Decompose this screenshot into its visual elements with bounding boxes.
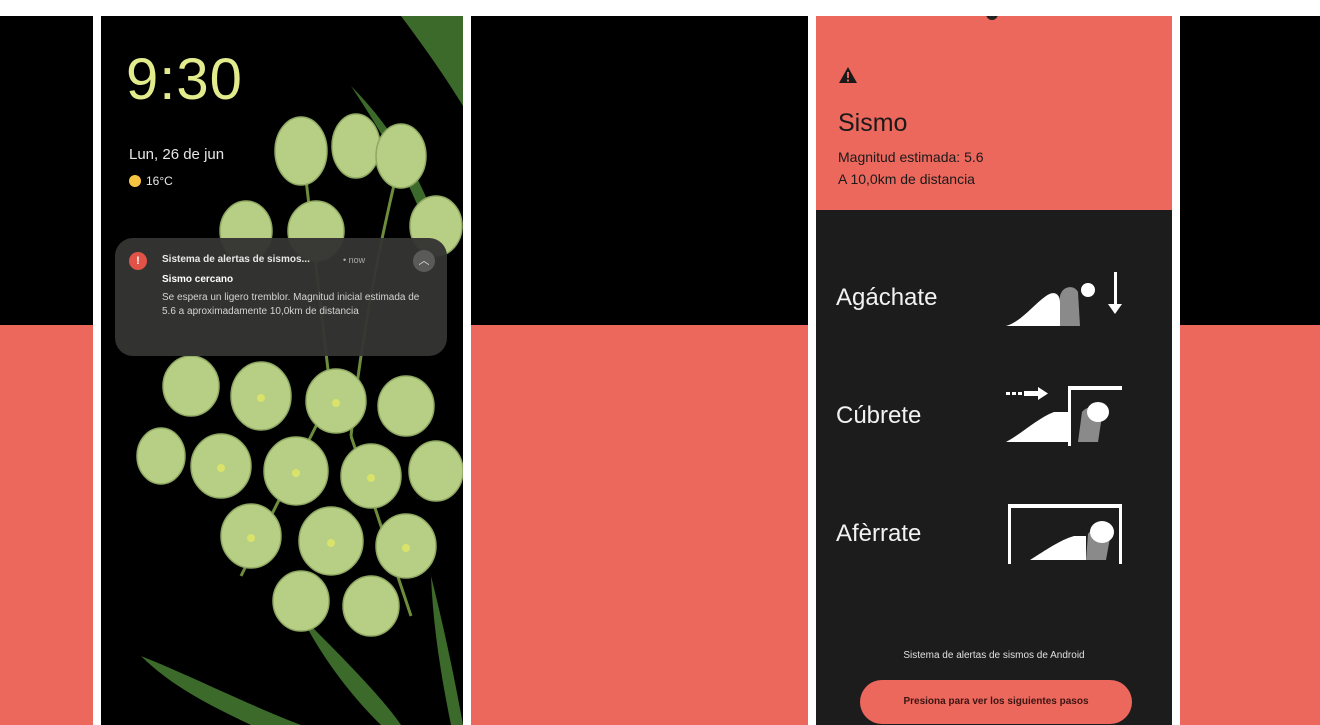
earthquake-notification[interactable]: ! Sistema de alertas de sismos... • now …: [115, 238, 447, 356]
flower-wallpaper: [136, 16, 463, 725]
alert-header: Sismo Magnitud estimada: 5.6 A 10,0km de…: [816, 16, 1172, 210]
divider: [93, 16, 101, 725]
divider: [808, 16, 816, 725]
alert-distance: A 10,0km de distancia: [838, 171, 975, 187]
cover-illustration: [1006, 386, 1122, 446]
camera-cutout: [986, 16, 998, 20]
lockscreen-date: Lun, 26 de jun: [129, 146, 225, 163]
notification-time: • now: [343, 255, 366, 265]
notification-title: Sismo cercano: [162, 274, 234, 285]
divider: [1172, 16, 1180, 725]
step-label-cover: Cúbrete: [836, 402, 922, 429]
step-label-hold: Afèrrate: [836, 520, 922, 547]
step-label-drop: Agáchate: [836, 284, 938, 311]
warning-icon: !: [129, 252, 147, 270]
divider: [463, 16, 471, 725]
hold-on-illustration: [1008, 504, 1122, 564]
next-steps-button[interactable]: Presiona para ver los siguientes pasos: [860, 680, 1132, 724]
footer-text: Sistema de alertas de sismos de Android: [903, 650, 1085, 661]
drop-illustration: [1006, 272, 1122, 326]
warning-icon: [839, 67, 857, 83]
chevron-up-icon[interactable]: ︿: [413, 250, 435, 272]
lockscreen-clock: 9:30: [126, 47, 243, 112]
notification-body: Se espera un ligero tremblor. Magnitud i…: [162, 292, 420, 317]
alert-title: Sismo: [838, 109, 908, 137]
alert-screen: Sismo Magnitud estimada: 5.6 A 10,0km de…: [816, 16, 1172, 725]
lock-screen: 9:30 Lun, 26 de jun 16°C ! Sistema de al…: [101, 16, 463, 725]
alert-magnitude: Magnitud estimada: 5.6: [838, 149, 984, 165]
composite-image: 9:30 Lun, 26 de jun 16°C ! Sistema de al…: [0, 0, 1320, 725]
weather-widget: 16°C: [129, 174, 173, 188]
temperature: 16°C: [146, 174, 173, 188]
notification-app-name: Sistema de alertas de sismos...: [162, 254, 310, 265]
sun-icon: [129, 175, 141, 187]
